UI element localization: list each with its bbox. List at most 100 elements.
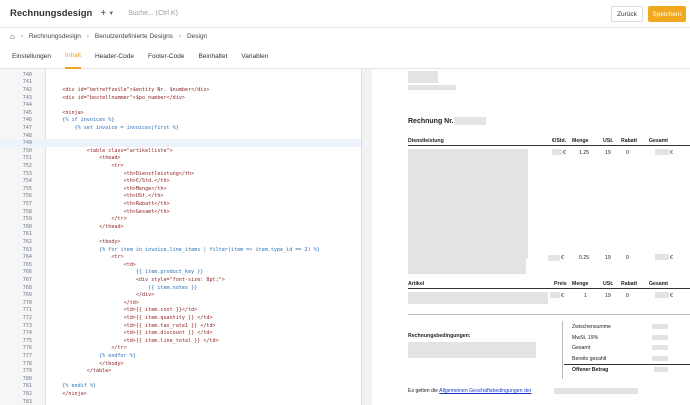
line-number: 743 [22, 94, 32, 101]
line-number: 754 [22, 178, 32, 185]
code-line[interactable]: 778 </tbody> [0, 360, 361, 368]
code-line[interactable]: 740 [0, 71, 361, 79]
code-text: <ninja> [50, 109, 84, 116]
tab-includes[interactable]: Beinhaltet [198, 45, 227, 69]
code-line[interactable]: 770 </td> [0, 299, 361, 307]
code-text: </thead> [50, 223, 124, 230]
code-line[interactable]: 766 {{ item.product_key }} [0, 269, 361, 277]
code-line[interactable]: 744 [0, 101, 361, 109]
code-line[interactable]: 743 <div id="bestellnummer">$po_number</… [0, 94, 361, 102]
code-line[interactable]: 745 <ninja> [0, 109, 361, 117]
code-text: <tr> [50, 254, 124, 261]
col-header: Menge [572, 281, 589, 287]
code-line[interactable]: 742 <div id="betreffzeile">$entity Nr. $… [0, 86, 361, 94]
code-line[interactable]: 755 <th>Menge</th> [0, 185, 361, 193]
code-line[interactable]: 759 </tr> [0, 215, 361, 223]
code-line[interactable]: 746 {% if invoices %} [0, 117, 361, 125]
code-text: <tr> [50, 162, 124, 169]
tab-content[interactable]: Inhalt [65, 45, 81, 69]
line-number: 778 [22, 360, 32, 367]
invoice-preview: Rechnung Nr. Dienstleistung €/Std. Menge… [362, 69, 690, 405]
tab-header-code[interactable]: Header-Code [95, 45, 134, 69]
price-suffix: € [561, 293, 564, 299]
code-line[interactable]: 741 [0, 79, 361, 87]
qty-cell: 0.25 [579, 255, 590, 261]
line-number: 766 [22, 269, 32, 276]
line-number: 758 [22, 208, 32, 215]
code-line[interactable]: 775 <td>{{ item.line_total }} </td> [0, 337, 361, 345]
qty-cell: 1.25 [579, 150, 590, 156]
code-text: </table> [50, 368, 112, 375]
redacted-balance [654, 367, 668, 372]
home-icon[interactable]: ⌂ [10, 32, 15, 41]
code-line[interactable]: 750 <table class="artikelliste"> [0, 147, 361, 155]
code-line[interactable]: 768 {{ item.notes }} [0, 284, 361, 292]
redacted-description [408, 254, 526, 274]
code-line[interactable]: 779 </table> [0, 367, 361, 375]
line-number: 774 [22, 330, 32, 337]
code-line[interactable]: 752 <tr> [0, 162, 361, 170]
code-text: {% endfor %} [50, 352, 136, 359]
code-line[interactable]: 760 </thead> [0, 223, 361, 231]
search-input[interactable]: Suche... (Ctrl K) [128, 10, 178, 17]
code-line[interactable]: 771 <td>{{ item.cost }}</td> [0, 307, 361, 315]
chevron-down-icon[interactable]: ▼ [108, 11, 114, 17]
redacted-amount [652, 345, 668, 350]
code-line[interactable]: 769 </div> [0, 291, 361, 299]
code-line[interactable]: 763 {% for item in invoice.line_items | … [0, 246, 361, 254]
tab-bar: Einstellungen Inhalt Header-Code Footer-… [0, 45, 690, 69]
code-line[interactable]: 777 {% endfor %} [0, 352, 361, 360]
line-number: 755 [22, 185, 32, 192]
line-number: 762 [22, 238, 32, 245]
code-line[interactable]: 751 <thead> [0, 155, 361, 163]
code-line[interactable]: 782 </ninja> [0, 390, 361, 398]
code-text: <td>{{ item.line_total }} </td> [50, 337, 219, 344]
redacted-amount [652, 356, 668, 361]
code-line[interactable]: 762 <tbody> [0, 238, 361, 246]
code-line[interactable]: 783 [0, 398, 361, 405]
code-line[interactable]: 764 <tr> [0, 253, 361, 261]
code-line[interactable]: 747 {% set invoice = invoices|first %} [0, 124, 361, 132]
save-button[interactable]: Speichern [648, 6, 686, 22]
breadcrumb-item[interactable]: Design [187, 33, 207, 40]
add-icon[interactable]: + [100, 8, 106, 19]
tab-variables[interactable]: Variablen [241, 45, 268, 69]
code-line[interactable]: 774 <td>{{ item.discount }} </td> [0, 329, 361, 337]
code-editor[interactable]: 740 741 742 <div id="betreffzeile">$entity… [0, 69, 362, 405]
code-line[interactable]: 767 <div style="font-size: 8pt;"> [0, 276, 361, 284]
terms-link[interactable]: Allgemeinen Geschäftsbedingungen der [439, 388, 531, 394]
code-line[interactable]: 756 <th>USt.</th> [0, 193, 361, 201]
back-button[interactable]: Zurück [611, 6, 643, 22]
line-number: 777 [22, 352, 32, 359]
line-number: 781 [22, 383, 32, 390]
code-text: </tbody> [50, 360, 124, 367]
redacted-description [408, 149, 528, 259]
tax-cell: 19 [605, 293, 611, 299]
breadcrumb: ⌂ › Rechnungsdesign › Benutzerdefinierte… [10, 28, 207, 45]
code-line[interactable]: 781 {% endif %} [0, 383, 361, 391]
line-number: 749 [22, 140, 32, 147]
breadcrumb-item[interactable]: Rechnungsdesign [29, 33, 81, 40]
code-line[interactable]: 761 [0, 231, 361, 239]
code-line[interactable]: 757 <th>Rabatt</th> [0, 200, 361, 208]
code-line[interactable]: 749 [0, 139, 361, 147]
redacted-price [548, 255, 560, 261]
redacted-amount [652, 335, 668, 340]
tab-footer-code[interactable]: Footer-Code [148, 45, 185, 69]
line-number: 753 [22, 170, 32, 177]
line-number: 745 [22, 109, 32, 116]
code-line[interactable]: 773 <td>{{ item.tax_rate1 }} </td> [0, 322, 361, 330]
code-line[interactable]: 780 [0, 375, 361, 383]
code-line[interactable]: 748 [0, 132, 361, 140]
code-line[interactable]: 776 </tr> [0, 345, 361, 353]
code-text: <th>€/Std.</th> [50, 178, 170, 185]
code-line[interactable]: 754 <th>€/Std.</th> [0, 177, 361, 185]
breadcrumb-item[interactable]: Benutzerdefinierte Designs [95, 33, 173, 40]
terms-label: Rechnungsbedingungen: [408, 333, 471, 339]
line-number: 771 [22, 307, 32, 314]
code-line[interactable]: 753 <th>Dienstleistung</th> [0, 170, 361, 178]
code-line[interactable]: 758 <th>Gesamt</th> [0, 208, 361, 216]
tab-settings[interactable]: Einstellungen [12, 45, 51, 69]
code-line[interactable]: 772 <td>{{ item.quantity }} </td> [0, 314, 361, 322]
code-line[interactable]: 765 <td> [0, 261, 361, 269]
